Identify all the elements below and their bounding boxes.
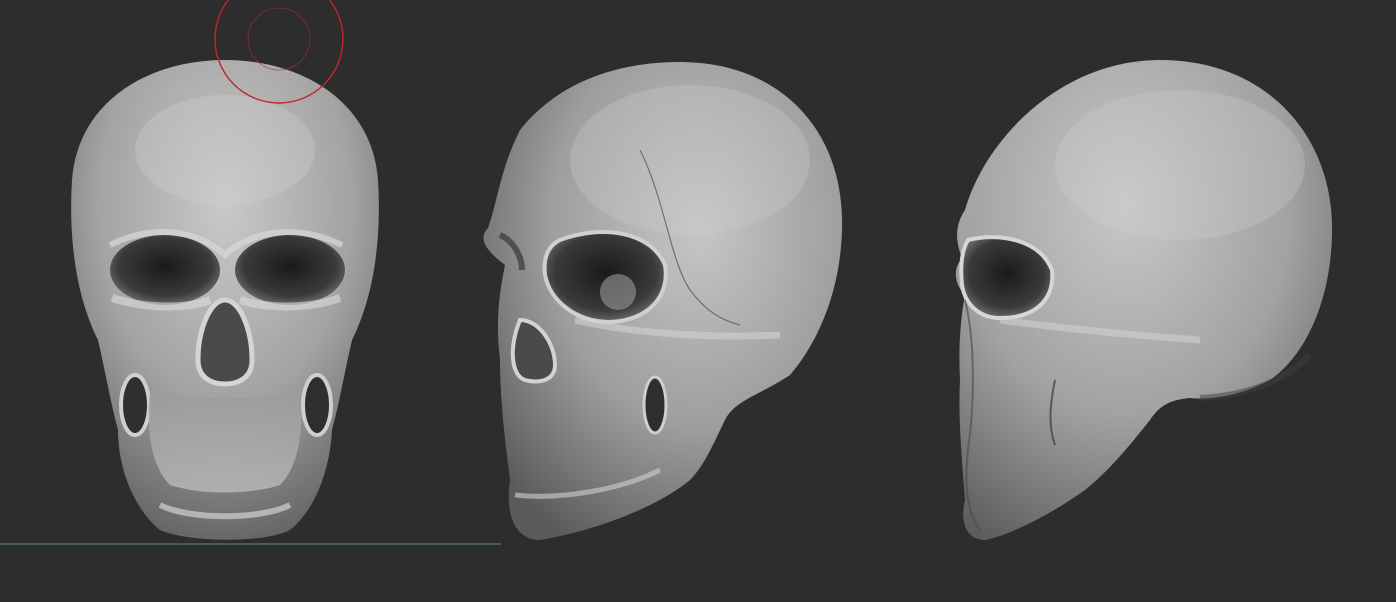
nasal-cavity (195, 297, 255, 387)
socket-inner (600, 274, 636, 310)
brow-highlight (135, 95, 315, 205)
cranium-highlight (570, 85, 810, 235)
left-temporal-hole (119, 373, 151, 437)
left-eye-socket (110, 235, 220, 305)
temporal-hole (642, 375, 668, 435)
skull-side-view-icon[interactable] (955, 60, 1333, 540)
eye-socket (959, 235, 1055, 321)
right-temporal-hole (301, 373, 333, 437)
canvas[interactable] (0, 0, 1396, 602)
upper-jaw (148, 390, 302, 493)
skull-front-view-icon[interactable] (71, 60, 379, 540)
skull-three-quarter-view-icon[interactable] (483, 62, 843, 540)
sculpt-viewport[interactable] (0, 0, 1396, 602)
right-eye-socket (235, 235, 345, 305)
cranium-highlight (1055, 90, 1305, 240)
